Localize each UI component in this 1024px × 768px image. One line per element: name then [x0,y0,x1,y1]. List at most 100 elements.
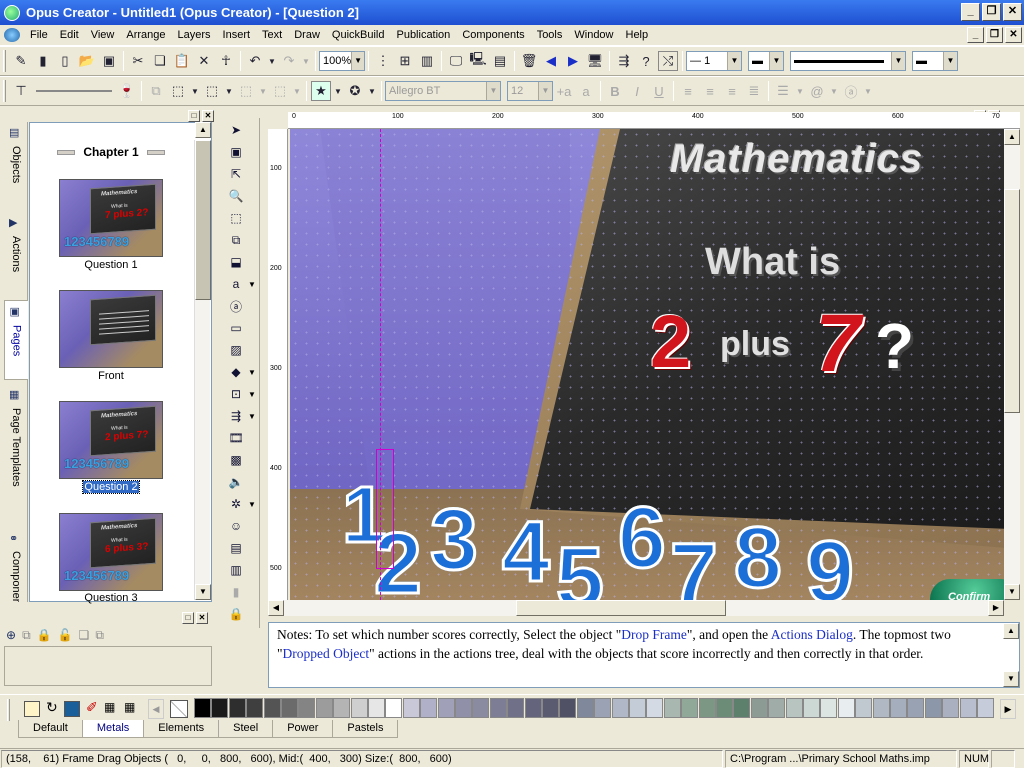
line-start-select[interactable]: ▬ ▼ [748,51,784,71]
color-swatch[interactable] [663,698,681,718]
color-swatch[interactable] [681,698,699,718]
tab-pages[interactable]: ▣ Pages [4,300,28,380]
justify-icon[interactable]: ≣ [744,81,764,101]
pages-scrollbar[interactable]: ▲ ▼ [194,122,211,600]
toolbar-grip[interactable] [3,80,6,102]
delete-icon[interactable]: ✕ [194,51,214,71]
snap-grid-icon[interactable]: ⊞ [395,51,415,71]
layers-list[interactable] [4,646,212,686]
action-arrow-icon[interactable]: ⇶ [614,51,634,71]
menu-insert[interactable]: Insert [217,25,257,45]
new-page-icon[interactable]: ▯ [55,51,75,71]
draggable-number-4[interactable]: 4 [501,503,552,601]
dropped-object-link[interactable]: Dropped Object [283,646,370,661]
back-arrow-icon[interactable]: ◀ [541,51,561,71]
menu-tools[interactable]: Tools [531,25,569,45]
operand-one[interactable]: 2 [650,299,691,384]
canvas-vertical-scrollbar[interactable]: ▲ ▼ [1004,129,1020,600]
color-swatch[interactable] [472,698,490,718]
menu-file[interactable]: File [24,25,54,45]
forward-arrow-icon[interactable]: ▶ [563,51,583,71]
align-center-icon[interactable]: ≡ [700,81,720,101]
notes-scroll-down-arrow-icon[interactable]: ▼ [1003,671,1019,687]
draggable-number-3[interactable]: 3 [429,491,480,590]
line-end-select[interactable]: ▬ ▼ [912,51,958,71]
maximize-button[interactable]: ❐ [982,3,1001,21]
confirm-button[interactable]: Confirm [930,579,1004,600]
color-swatch[interactable] [890,698,907,718]
color-swatch[interactable] [542,698,559,718]
color-swatch[interactable] [246,698,264,718]
copy-icon[interactable]: ❏ [150,51,170,71]
color-swatch[interactable] [733,698,751,718]
scroll-thumb[interactable] [516,600,726,616]
layout-icon[interactable]: ▥ [417,51,437,71]
region-tool-icon[interactable]: ⧉ [226,230,246,250]
star-effects-icon[interactable]: ★ [311,81,331,101]
color-swatch[interactable] [211,698,229,718]
color-swatch[interactable] [507,698,525,718]
chevron-down-icon[interactable]: ▼ [248,280,256,289]
chevron-down-icon[interactable]: ▼ [829,81,839,101]
app-icon[interactable] [4,4,20,21]
transparency-slider[interactable] [36,90,112,92]
table-tool-icon[interactable]: ▥ [226,560,246,580]
page-label-question-2[interactable]: Question 2 [48,480,174,494]
menu-components[interactable]: Components [456,25,530,45]
menu-edit[interactable]: Edit [54,25,85,45]
doc-close-button[interactable]: ✕ [1005,27,1022,43]
chevron-down-icon[interactable]: ▼ [258,81,268,101]
color-swatch[interactable] [629,698,646,718]
color-swatch[interactable] [768,698,786,718]
open-icon[interactable]: 📂 [77,51,97,71]
color-swatch[interactable] [750,698,768,718]
tab-actions[interactable]: ▶ Actions [4,212,28,272]
align-left-dropdown-icon[interactable]: ⬚ [168,81,188,101]
select-arrow-icon[interactable]: ➤ [226,120,246,140]
document-icon[interactable] [4,28,20,42]
question-mark[interactable]: ? [875,309,914,383]
symbol-icon[interactable]: @ [807,81,827,101]
swap-colors-icon[interactable]: ↻ [46,699,58,716]
chevron-down-icon[interactable]: ▼ [863,81,873,101]
eyedropper-icon[interactable]: ✐ [86,699,98,716]
tab-page-templates[interactable]: ▦ Page Templates [4,384,28,487]
color-swatch[interactable] [576,698,594,718]
draggable-number-7[interactable]: 7 [669,525,720,601]
color-swatch[interactable] [820,698,838,718]
chevron-down-icon[interactable]: ▼ [224,81,234,101]
color-swatch[interactable] [333,698,351,718]
context-help-icon[interactable]: ⤭ [658,51,678,71]
rectangle-tool-icon[interactable]: ▭ [226,318,246,338]
color-swatch[interactable] [420,698,438,718]
color-swatch[interactable] [368,698,385,718]
fill-tool-icon[interactable]: ◆ [226,362,246,382]
align-left-icon[interactable]: ≡ [678,81,698,101]
menu-arrange[interactable]: Arrange [120,25,171,45]
chevron-down-icon[interactable]: ▼ [292,81,302,101]
size-icon[interactable]: ⬚ [270,81,290,101]
line-style-select[interactable]: ▼ [790,51,906,71]
crop-tool-icon[interactable]: ⬚ [226,208,246,228]
draggable-number-5[interactable]: 5 [555,529,606,601]
tab-components[interactable]: ⚭ Components [4,528,28,602]
color-swatch[interactable] [489,698,507,718]
italic-icon[interactable]: I [627,81,647,101]
motion-tool-icon[interactable]: ⇶ [226,406,246,426]
minimize-button[interactable]: _ [961,3,980,21]
color-swatch[interactable] [924,698,942,718]
menu-window[interactable]: Window [568,25,619,45]
font-select[interactable]: Allegro BT ▼ [385,81,501,101]
scroll-up-arrow-icon[interactable]: ▲ [1004,129,1020,145]
page-label-front[interactable]: Front [48,370,174,382]
menu-quickbuild[interactable]: QuickBuild [326,25,391,45]
scroll-down-arrow-icon[interactable]: ▼ [195,584,211,600]
scroll-right-arrow-icon[interactable]: ▶ [988,600,1004,616]
menu-publication[interactable]: Publication [390,25,456,45]
page-canvas[interactable]: Mathematics What is 2 plus 7 ? 1 2 3 4 5… [290,129,1004,600]
save-icon[interactable]: ▣ [99,51,119,71]
layer-duplicate-icon[interactable]: ❏ [79,628,90,643]
preview-page-icon[interactable]: 🖵 [446,51,466,71]
chevron-down-icon[interactable]: ▼ [190,81,200,101]
trash-icon[interactable]: 🗑 [519,51,539,71]
